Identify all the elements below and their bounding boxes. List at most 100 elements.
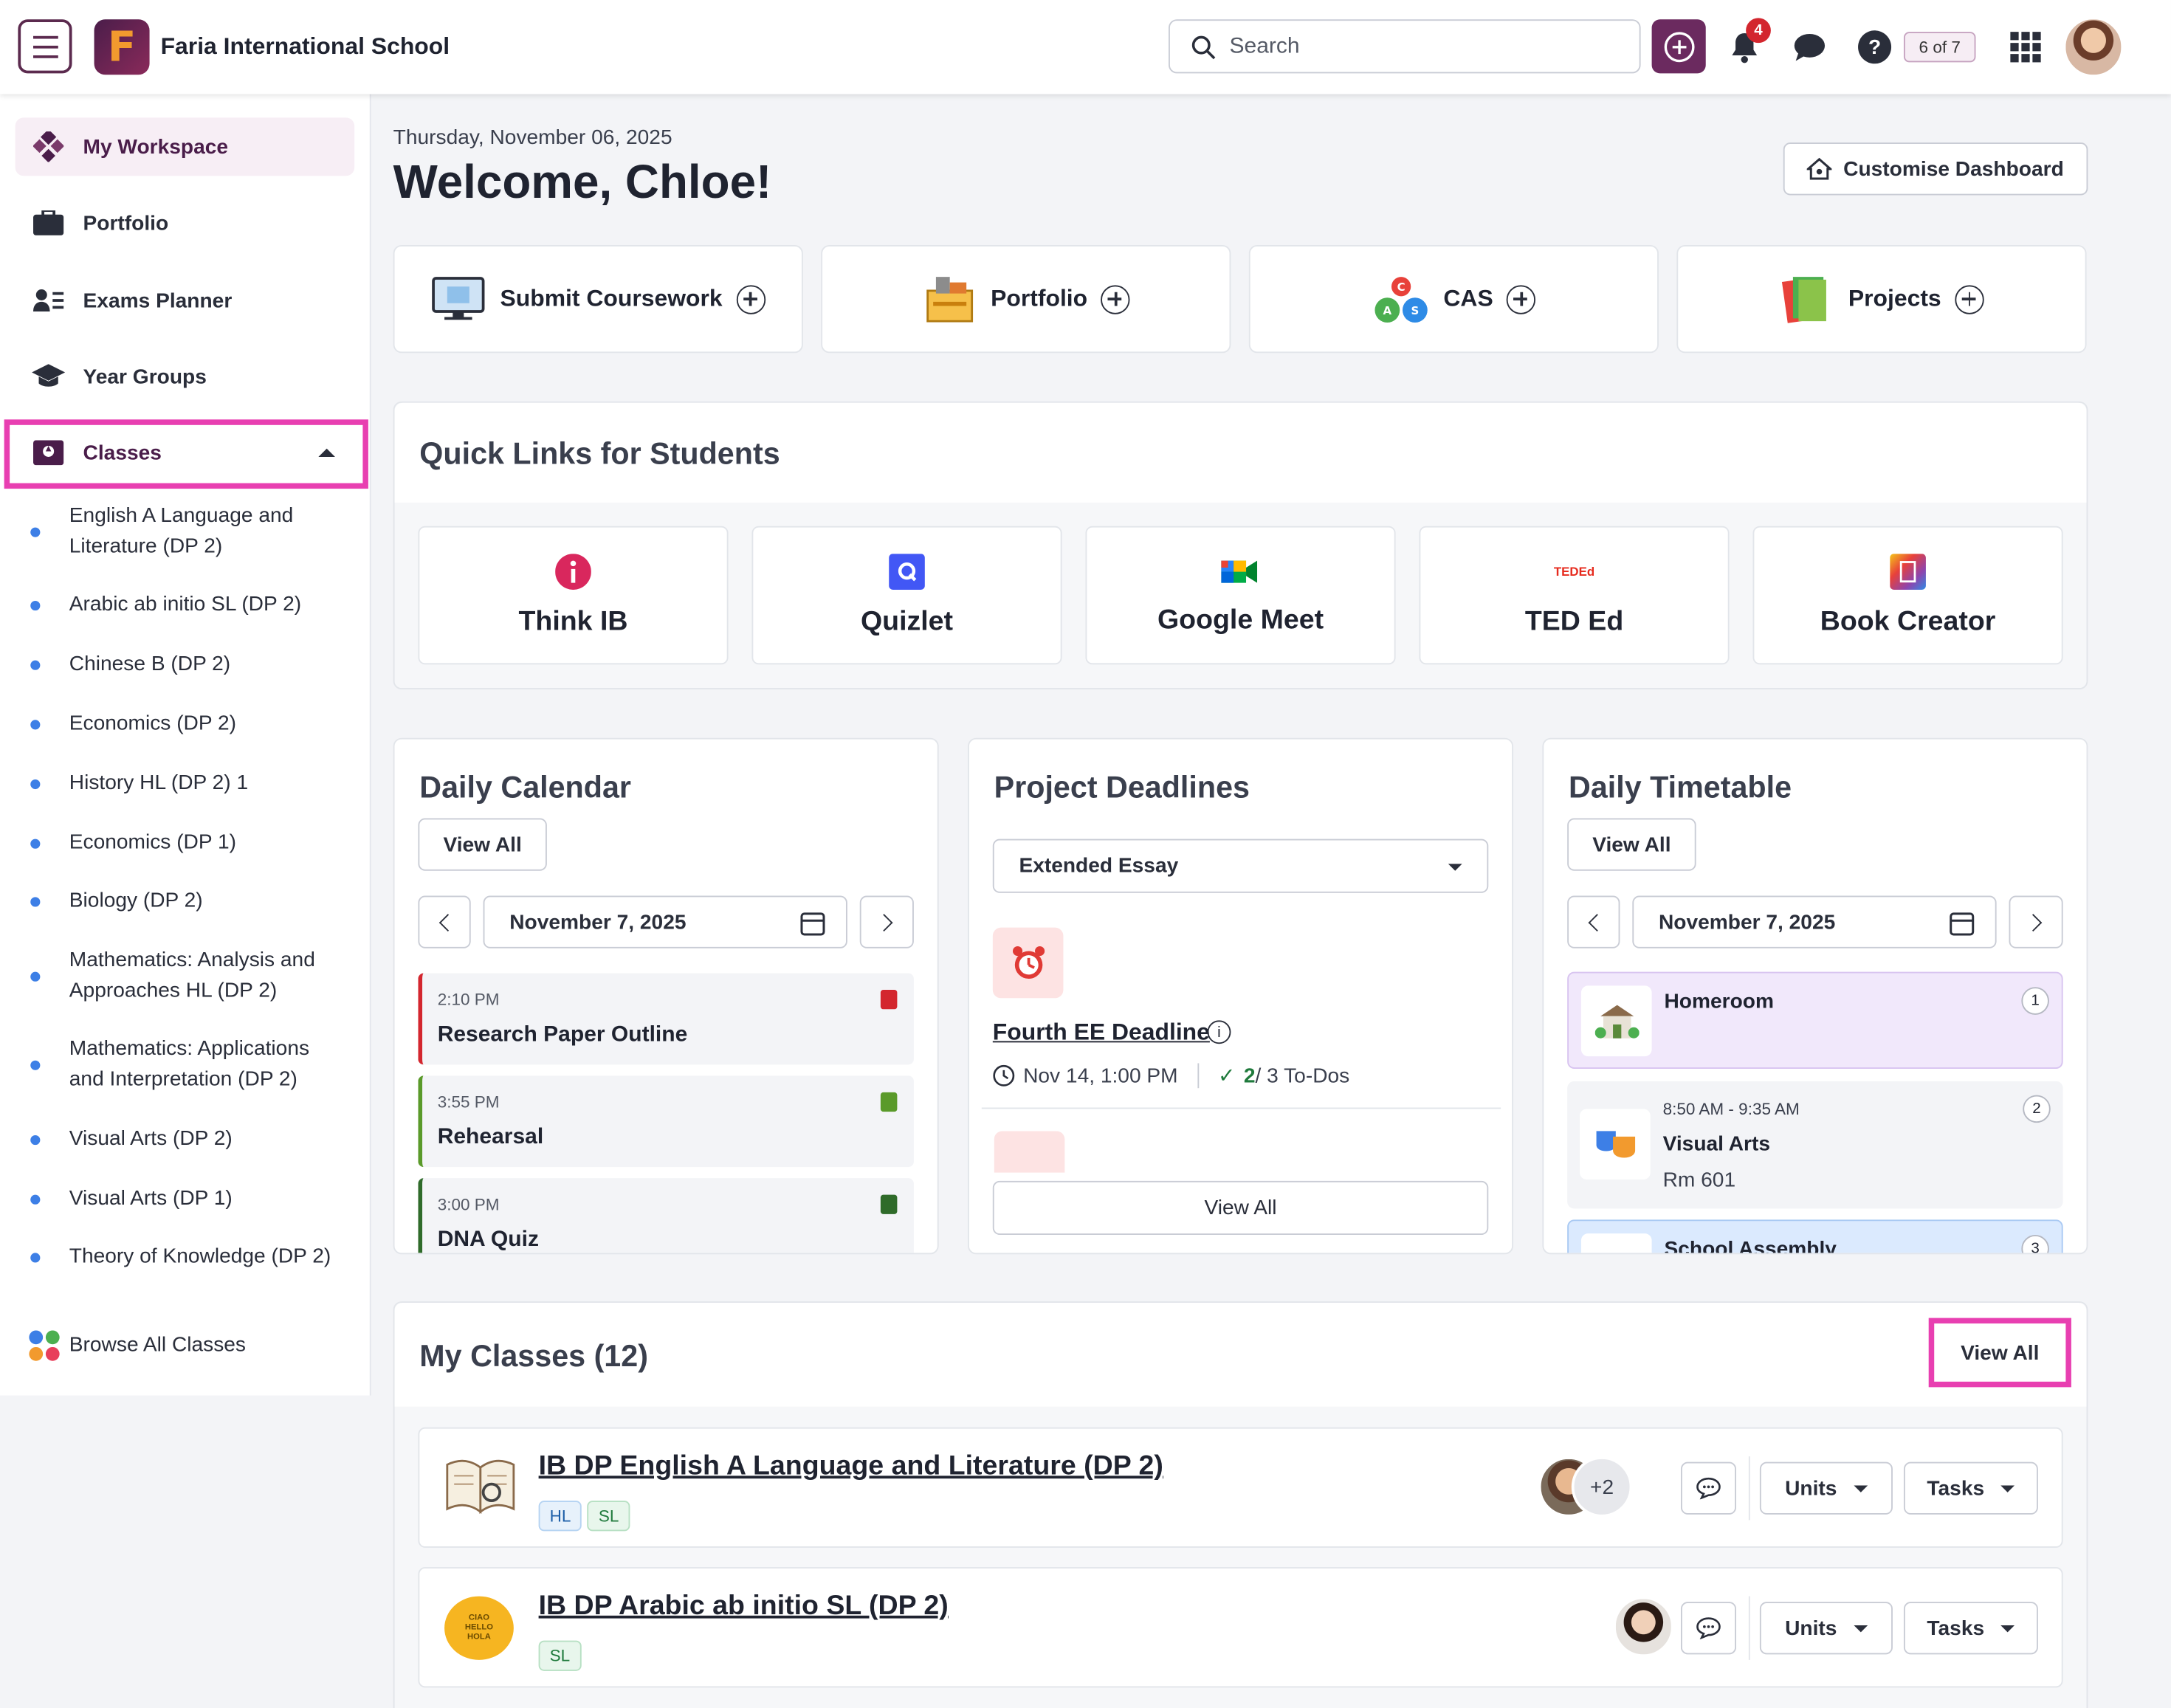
bullet-icon	[30, 719, 41, 729]
bullet-icon	[30, 1252, 41, 1262]
theatre-masks-icon	[1580, 1109, 1651, 1180]
teacher-avatar[interactable]	[1613, 1596, 1674, 1658]
timetable-view-all-button[interactable]: View All	[1567, 818, 1696, 871]
sidebar-class-item[interactable]: Arabic ab initio SL (DP 2)	[30, 590, 348, 620]
deadline-link[interactable]: Fourth EE Deadline	[993, 1019, 1210, 1047]
bullet-icon	[30, 1134, 41, 1145]
class-chat-button[interactable]	[1680, 1602, 1737, 1655]
caret-down-icon	[1853, 1625, 1868, 1632]
class-label: Theory of Knowledge (DP 2)	[69, 1244, 331, 1269]
sidebar-class-item[interactable]: Mathematics: Analysis and Approaches HL …	[30, 946, 348, 1007]
class-chat-button[interactable]	[1680, 1461, 1737, 1515]
class-label: English A Language and Literature (DP 2)	[69, 503, 294, 558]
timetable-slot[interactable]: 8:50 AM - 9:35 AM Visual Arts Rm 601 2	[1567, 1081, 2063, 1209]
units-dropdown[interactable]: Units	[1759, 1602, 1893, 1655]
quick-link-google-meet[interactable]: Google Meet	[1085, 526, 1396, 665]
event-name: Research Paper Outline	[437, 1023, 688, 1047]
sidebar-item-label: Year Groups	[83, 365, 207, 389]
quick-link-label: Quizlet	[860, 605, 954, 636]
school-name: Faria International School	[160, 33, 450, 60]
assembly-icon	[1580, 1233, 1652, 1253]
timetable-prev-button[interactable]	[1567, 895, 1620, 948]
quick-link-book-creator[interactable]: Book Creator	[1752, 526, 2063, 665]
sidebar-class-item[interactable]: Economics (DP 1)	[30, 828, 348, 858]
classes-highlight	[4, 419, 368, 489]
more-teachers-badge[interactable]: +2	[1571, 1456, 1633, 1518]
class-label: History HL (DP 2) 1	[69, 771, 249, 795]
tasks-label: Tasks	[1927, 1616, 1985, 1640]
project-select-value: Extended Essay	[1019, 854, 1179, 878]
class-label: Visual Arts (DP 2)	[69, 1126, 233, 1151]
class-title-link[interactable]: IB DP Arabic ab initio SL (DP 2)	[539, 1591, 949, 1622]
sidebar-item-year-groups[interactable]: Year Groups	[16, 348, 355, 406]
sidebar-class-item[interactable]: History HL (DP 2) 1	[30, 768, 348, 799]
event-icon	[880, 1092, 898, 1112]
quick-link-think-ib[interactable]: Think IB	[418, 526, 729, 665]
calendar-event[interactable]: 2:10 PM Research Paper Outline	[418, 973, 914, 1065]
tasks-dropdown[interactable]: Tasks	[1903, 1602, 2038, 1655]
add-button[interactable]	[1651, 19, 1706, 74]
chat-icon[interactable]	[1792, 30, 1828, 63]
school-building-icon	[1580, 985, 1652, 1057]
sidebar-item-label: Exams Planner	[83, 289, 233, 312]
apps-grid-icon[interactable]	[2010, 32, 2041, 63]
timetable-slot[interactable]: School Assembly 3	[1567, 1219, 2063, 1253]
calendar-date-picker[interactable]: November 7, 2025	[483, 895, 847, 948]
tag-hl: HL	[538, 1501, 582, 1532]
class-title-link[interactable]: IB DP English A Language and Literature …	[539, 1451, 1163, 1483]
sidebar-item-label: Portfolio	[83, 211, 169, 235]
class-tags: HL SL	[538, 1501, 636, 1532]
monitor-icon	[432, 277, 485, 320]
tasks-dropdown[interactable]: Tasks	[1903, 1461, 2038, 1515]
quick-action-portfolio[interactable]: Portfolio	[821, 244, 1231, 354]
exams-planner-icon	[32, 288, 65, 313]
sidebar-class-item[interactable]: Theory of Knowledge (DP 2)	[30, 1242, 348, 1272]
pager-badge[interactable]: 6 of 7	[1903, 32, 1976, 63]
quick-action-label: Projects	[1848, 285, 1941, 312]
help-icon[interactable]: ?	[1858, 30, 1892, 64]
calendar-prev-button[interactable]	[418, 895, 471, 948]
timetable-slot[interactable]: Homeroom 1	[1567, 971, 2063, 1069]
quick-action-projects[interactable]: Projects	[1676, 244, 2087, 354]
sidebar-class-item[interactable]: Chinese B (DP 2)	[30, 650, 348, 680]
daily-calendar-title: Daily Calendar	[419, 769, 631, 805]
customise-dashboard-button[interactable]: Customise Dashboard	[1783, 142, 2088, 196]
calendar-next-button[interactable]	[859, 895, 914, 948]
sidebar-class-item[interactable]: Economics (DP 2)	[30, 709, 348, 739]
project-select[interactable]: Extended Essay	[992, 838, 1489, 893]
sidebar-class-item[interactable]: Mathematics: Applications and Interpreta…	[30, 1034, 348, 1095]
plus-circle-icon	[1955, 284, 1984, 314]
sidebar-class-item[interactable]: Visual Arts (DP 1)	[30, 1184, 348, 1214]
quick-link-quizlet[interactable]: Quizlet	[751, 526, 1062, 665]
deadlines-view-all-button[interactable]: View All	[992, 1180, 1489, 1236]
sidebar-class-item[interactable]: Visual Arts (DP 2)	[30, 1124, 348, 1154]
sidebar-item-my-workspace[interactable]: My Workspace	[15, 117, 355, 176]
calendar-event[interactable]: 3:00 PM DNA Quiz	[418, 1178, 914, 1253]
user-avatar[interactable]	[2062, 16, 2124, 78]
quick-link-ted-ed[interactable]: TEDEd TED Ed	[1419, 526, 1730, 665]
sidebar-class-item[interactable]: Biology (DP 2)	[30, 886, 348, 916]
quick-action-submit-coursework[interactable]: Submit Coursework	[393, 244, 803, 354]
calendar-view-all-button[interactable]: View All	[418, 818, 547, 871]
browse-all-classes-link[interactable]: Browse All Classes	[29, 1330, 347, 1361]
timetable-next-button[interactable]	[2009, 895, 2063, 948]
calendar-event[interactable]: 3:55 PM Rehearsal	[418, 1075, 914, 1168]
quick-action-cas[interactable]: CAS CAS	[1248, 244, 1659, 354]
search-input[interactable]: Search	[1169, 19, 1641, 74]
units-dropdown[interactable]: Units	[1759, 1461, 1893, 1515]
menu-icon[interactable]	[18, 19, 72, 74]
tag-sl: SL	[538, 1640, 582, 1671]
slot-time: 8:50 AM - 9:35 AM	[1662, 1099, 1800, 1119]
alarm-clock-icon	[994, 1131, 1065, 1173]
sidebar-item-portfolio[interactable]: Portfolio	[16, 194, 355, 252]
my-classes-view-all-button[interactable]: View All	[1939, 1327, 2060, 1378]
portfolio-icon	[926, 277, 973, 323]
quiz-icon	[880, 1194, 898, 1214]
class-label: Economics (DP 1)	[69, 830, 236, 855]
quick-action-label: Submit Coursework	[500, 285, 723, 312]
info-icon[interactable]: i	[1207, 1020, 1231, 1044]
class-label: Mathematics: Analysis and Approaches HL …	[69, 948, 315, 1002]
sidebar-item-exams-planner[interactable]: Exams Planner	[16, 272, 355, 330]
timetable-date-picker[interactable]: November 7, 2025	[1632, 895, 1997, 948]
sidebar-class-item[interactable]: English A Language and Literature (DP 2)	[30, 501, 348, 562]
